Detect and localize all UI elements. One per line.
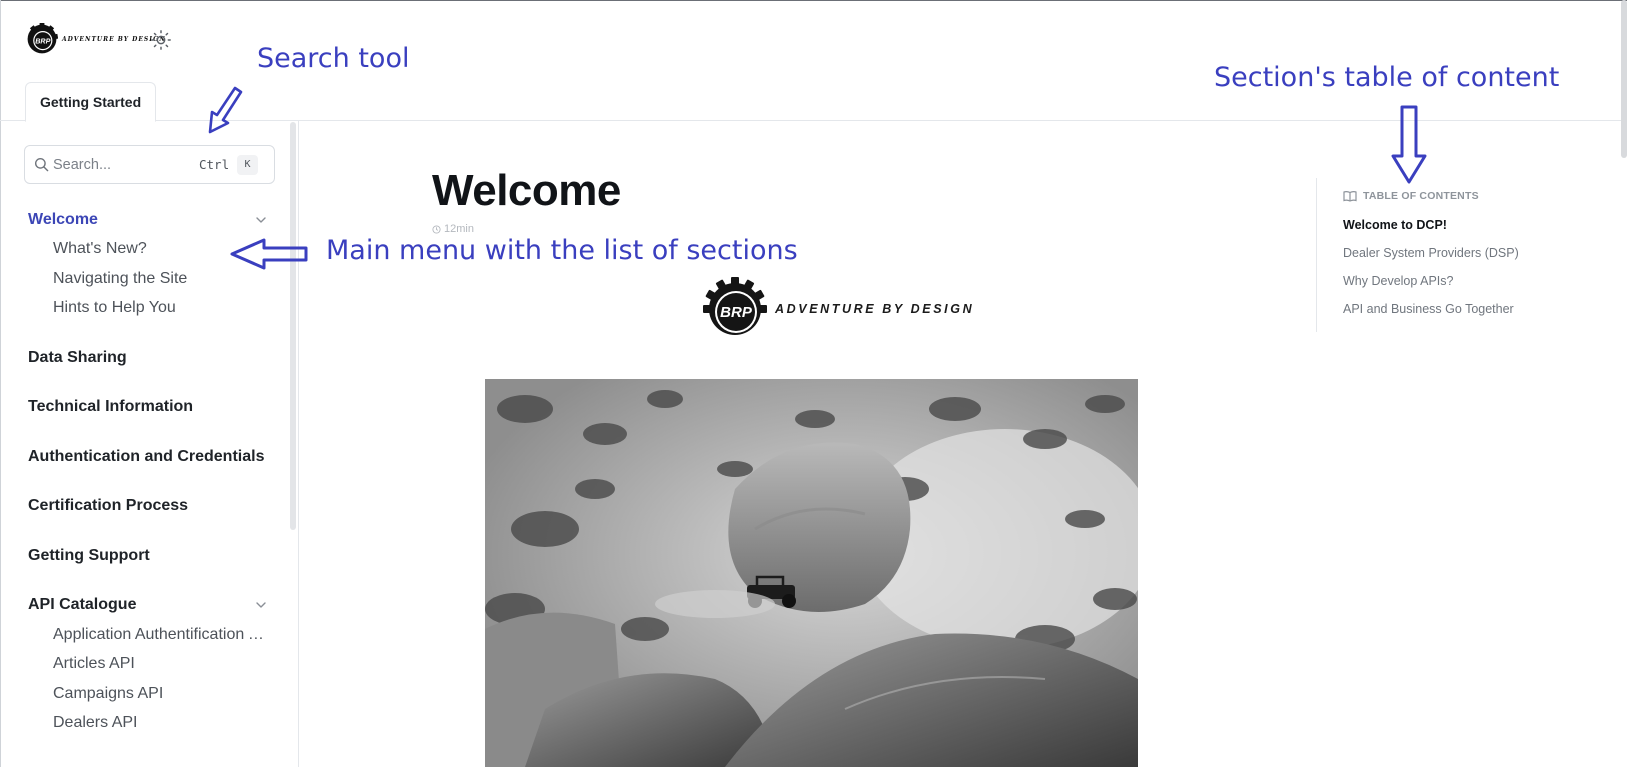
sidebar-item-articles-api[interactable]: Articles API	[53, 655, 135, 673]
sidebar-item-certification[interactable]: Certification Process	[28, 497, 188, 515]
sidebar-item-api-catalogue[interactable]: API Catalogue	[28, 596, 136, 614]
sidebar-item-dealers-api[interactable]: Dealers API	[53, 714, 137, 732]
page-scrollbar[interactable]	[1621, 0, 1627, 158]
toc-item-dealer-system-providers[interactable]: Dealer System Providers (DSP)	[1343, 246, 1519, 260]
brp-adventure-logo: BRP ADVENTURE BY DESIGN	[703, 277, 974, 341]
annotation-arrow-icon	[1391, 105, 1427, 184]
book-open-icon	[1343, 191, 1357, 202]
search-input[interactable]	[53, 154, 203, 176]
search-box[interactable]: Ctrl K	[24, 145, 275, 184]
read-time-text: 12min	[444, 224, 474, 234]
sidebar-scrollbar[interactable]	[290, 122, 296, 530]
shortcut-ctrl: Ctrl	[199, 157, 230, 172]
brp-logo[interactable]: BRP ADVENTURE BY DESIGN	[26, 23, 166, 55]
chevron-down-icon[interactable]	[254, 598, 268, 612]
sidebar-item-whats-new[interactable]: What's New?	[53, 240, 147, 258]
read-time: 12min	[432, 224, 474, 234]
annotation-arrow-icon	[230, 238, 308, 270]
sidebar-item-technical-information[interactable]: Technical Information	[28, 398, 193, 416]
tab-getting-started[interactable]: Getting Started	[25, 82, 157, 122]
annotation-arrow-icon	[208, 86, 243, 134]
sidebar-item-hints[interactable]: Hints to Help You	[53, 299, 176, 317]
toc-heading-text: TABLE OF CONTENTS	[1363, 190, 1479, 202]
annotation-table-of-content: Section's table of content	[1214, 62, 1560, 93]
annotation-main-menu: Main menu with the list of sections	[326, 235, 798, 266]
sidebar-item-authentication[interactable]: Authentication and Credentials	[28, 448, 264, 466]
sidebar-item-app-auth-api[interactable]: Application Authentification API	[53, 626, 265, 644]
sidebar-item-navigating[interactable]: Navigating the Site	[53, 270, 187, 288]
desert-landscape-image	[485, 379, 1138, 767]
theme-toggle-sun-icon[interactable]	[150, 29, 172, 51]
table-of-contents: TABLE OF CONTENTS Welcome to DCP! Dealer…	[1316, 178, 1546, 332]
sidebar-item-campaigns-api[interactable]: Campaigns API	[53, 685, 163, 703]
brp-emblem-icon: BRP	[703, 277, 767, 335]
sidebar-item-data-sharing[interactable]: Data Sharing	[28, 349, 127, 367]
chevron-down-icon[interactable]	[254, 213, 268, 227]
annotation-search-tool: Search tool	[257, 43, 410, 74]
sidebar-item-welcome[interactable]: Welcome	[28, 211, 98, 229]
search-icon	[34, 157, 49, 172]
toc-heading: TABLE OF CONTENTS	[1343, 190, 1479, 202]
clock-icon	[432, 224, 441, 234]
toc-item-welcome-to-dcp[interactable]: Welcome to DCP!	[1343, 218, 1447, 232]
brand-tagline: ADVENTURE BY DESIGN	[775, 302, 975, 316]
toc-item-api-and-business[interactable]: API and Business Go Together	[1343, 302, 1514, 316]
page-title: Welcome	[432, 166, 621, 215]
sidebar-item-getting-support[interactable]: Getting Support	[28, 547, 150, 565]
svg-text:BRP: BRP	[35, 36, 50, 45]
brp-gear-icon: BRP	[27, 23, 58, 54]
shortcut-k: K	[237, 155, 258, 175]
toc-item-why-develop-apis[interactable]: Why Develop APIs?	[1343, 274, 1453, 288]
brp-emblem-text: BRP	[720, 304, 753, 321]
hero-image-desert-buggy	[485, 379, 1138, 767]
